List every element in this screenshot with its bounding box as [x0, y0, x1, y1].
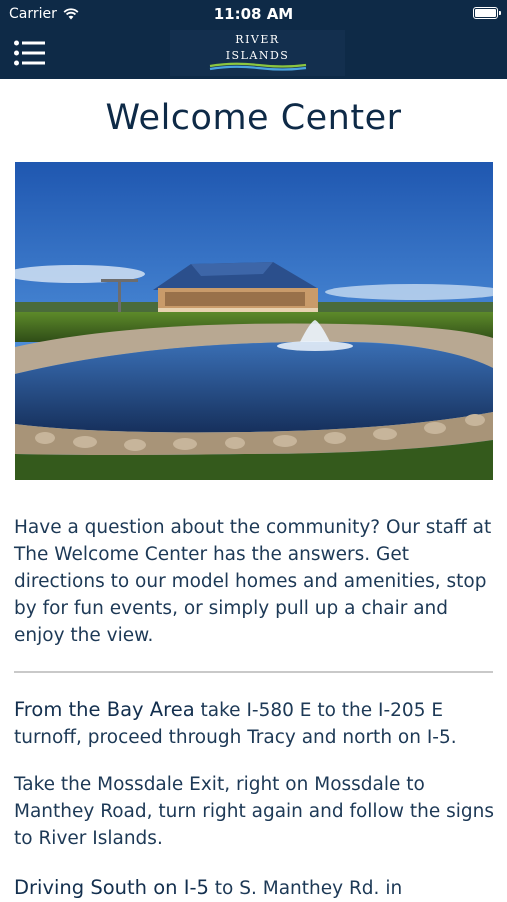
- logo-waves: [209, 62, 306, 71]
- status-time: 11:08 AM: [213, 5, 294, 23]
- navigation-bar: Carrier 11:08 AM RIVER ISLANDS: [0, 0, 507, 79]
- hamburger-menu-icon[interactable]: [14, 40, 46, 66]
- logo-line-1: RIVER: [235, 33, 280, 46]
- directions-bay-area-lead: From the Bay Area: [14, 698, 195, 721]
- logo-line-2: ISLANDS: [225, 49, 290, 62]
- directions-bay-area: From the Bay Area take I-580 E to the I-…: [14, 696, 496, 751]
- section-divider: [14, 671, 493, 673]
- status-bar: Carrier 11:08 AM: [0, 0, 507, 28]
- directions-mossdale: Take the Mossdale Exit, right on Mossdal…: [14, 774, 495, 849]
- directions-driving-south-text: to S. Manthey Rd. in: [208, 878, 403, 899]
- directions-driving-south-lead: Driving South on I-5: [14, 876, 209, 899]
- river-islands-logo[interactable]: RIVER ISLANDS: [170, 30, 345, 76]
- welcome-center-photo: [15, 162, 493, 480]
- directions-driving-south: Driving South on I-5 to S. Manthey Rd. i…: [14, 874, 496, 902]
- intro-paragraph: Have a question about the community? Our…: [14, 517, 492, 646]
- battery-icon: [473, 7, 501, 19]
- page-title: Welcome Center: [105, 98, 402, 138]
